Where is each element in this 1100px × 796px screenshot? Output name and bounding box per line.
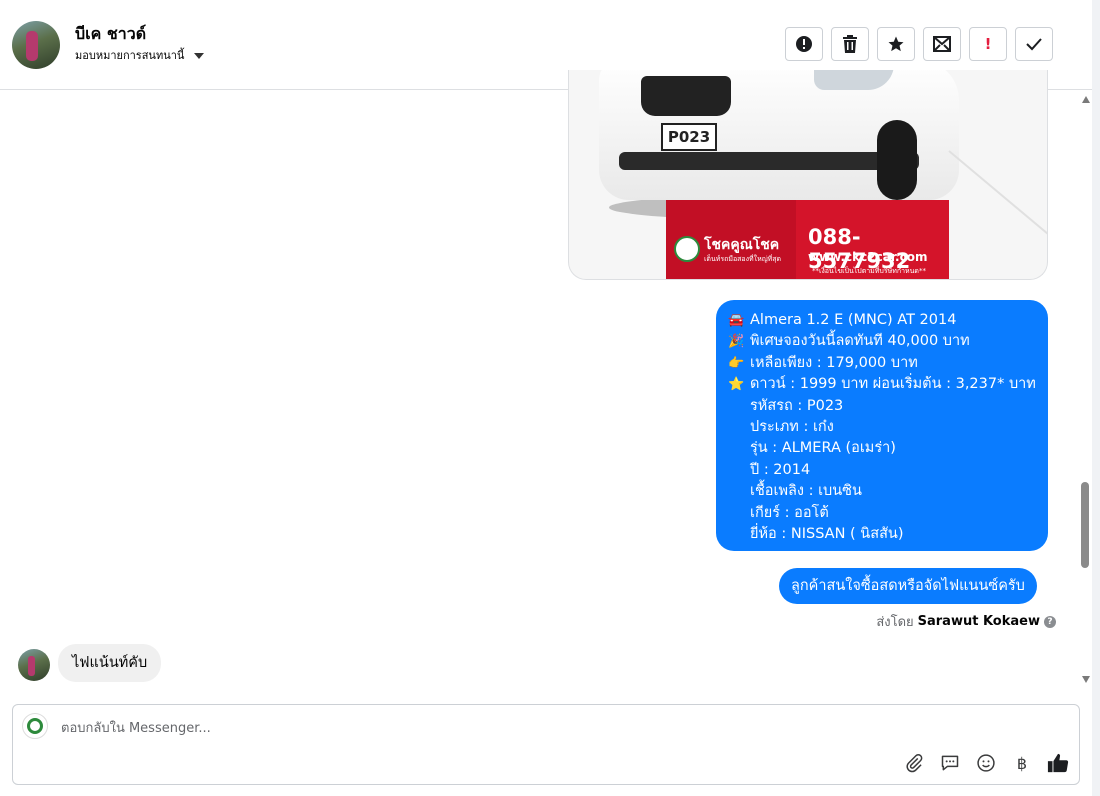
baht-icon: ฿ — [1016, 753, 1028, 773]
mark-spam-button[interactable] — [785, 27, 823, 61]
line-text: Almera 1.2 E (MNC) AT 2014 — [750, 312, 957, 328]
payment-button[interactable]: ฿ — [1011, 752, 1033, 774]
party-popper-icon: 🎉 — [728, 334, 745, 350]
message-line: 🎉 พิเศษจองวันนี้ลดทันที 40,000 บาท — [728, 331, 1036, 352]
message-line: ยี่ห้อ : NISSAN ( นิสสัน) — [750, 526, 904, 543]
car-bumper — [619, 152, 919, 170]
reply-input[interactable] — [61, 718, 921, 738]
scroll-thumb[interactable] — [1081, 482, 1089, 568]
line-text: ดาวน์ : 1999 บาท ผ่อนเริ่มต้น : 3,237* บ… — [750, 376, 1036, 393]
caret-down-icon — [194, 53, 205, 59]
saved-reply-icon — [941, 755, 959, 771]
contact-avatar[interactable] — [12, 21, 60, 69]
message-line: 👉 เหลือเพียง : 179,000 บาท — [728, 353, 1036, 374]
car-image-attachment[interactable]: P023 โชคคูณโชค เต็นท์รถมือสองที่ใหญ่ที่ส… — [568, 70, 1048, 280]
incoming-message[interactable]: ไฟแน้นท์คับ — [58, 644, 162, 682]
star-button[interactable] — [877, 27, 915, 61]
dealer-website: www.ckc2car.com — [808, 250, 928, 264]
dealer-tagline: เต็นท์รถมือสองที่ใหญ่ที่สุด — [704, 255, 782, 263]
message-line: รหัสรถ : P023 — [750, 397, 844, 414]
scroll-up-arrow-icon[interactable] — [1082, 96, 1090, 103]
message-line: ⭐ ดาวน์ : 1999 บาท ผ่อนเริ่มต้น : 3,237* … — [728, 374, 1036, 395]
outgoing-message-details[interactable]: 🚘 Almera 1.2 E (MNC) AT 2014 🎉 พิเศษจองวัน… — [716, 300, 1048, 551]
license-plate: P023 — [661, 123, 717, 151]
window-edge — [1092, 0, 1100, 796]
outgoing-message-question[interactable]: ลูกค้าสนใจซื้อสดหรือจัดไฟแนนซ์ครับ — [779, 568, 1037, 604]
message-line: เชื้อเพลิง : เบนซิน — [750, 483, 862, 500]
dealer-logo — [674, 236, 700, 262]
saved-replies-button[interactable] — [939, 752, 961, 774]
assign-conversation-dropdown[interactable]: มอบหมายการสนทนานี้ — [75, 46, 205, 64]
paperclip-icon — [906, 754, 923, 773]
car-photo: P023 — [599, 70, 959, 200]
car-headlight — [814, 70, 894, 90]
mark-done-button[interactable] — [1015, 27, 1053, 61]
message-line: เกียร์ : ออโต้ — [750, 504, 829, 521]
help-icon[interactable]: ? — [1044, 615, 1056, 628]
attach-file-button[interactable] — [903, 752, 925, 774]
conversation-toolbar: ! — [785, 27, 1053, 61]
star-icon — [888, 36, 904, 52]
alert-circle-icon — [796, 36, 812, 52]
delete-button[interactable] — [831, 27, 869, 61]
assign-label: มอบหมายการสนทนานี้ — [75, 49, 185, 62]
emoji-icon — [977, 754, 995, 772]
car-emoji-icon: 🚘 — [728, 313, 745, 328]
pointing-hand-icon: 👉 — [728, 355, 745, 371]
composer-actions: ฿ — [903, 752, 1069, 774]
message-line: ประเภท : เก๋ง — [750, 419, 834, 436]
sent-by-prefix: ส่งโดย — [876, 615, 914, 630]
mark-unread-button[interactable] — [923, 27, 961, 61]
message-line: ปี : 2014 — [750, 461, 811, 478]
emoji-button[interactable] — [975, 752, 997, 774]
message-line: 🚘 Almera 1.2 E (MNC) AT 2014 — [728, 310, 1036, 331]
star-emoji-icon: ⭐ — [728, 377, 745, 393]
dealer-brand: โชคคูณโชค — [704, 237, 780, 253]
like-button[interactable] — [1047, 752, 1069, 774]
car-grille — [641, 76, 731, 116]
dealer-banner: โชคคูณโชค เต็นท์รถมือสองที่ใหญ่ที่สุด 08… — [666, 200, 949, 279]
line-text: เหลือเพียง : 179,000 บาท — [750, 354, 918, 371]
page-avatar — [22, 713, 48, 739]
decor-line — [948, 150, 1047, 242]
envelope-icon — [933, 36, 951, 52]
dealer-note: **เงื่อนไขเป็นไปตามที่บริษัทกำหนด** — [812, 267, 926, 275]
follow-up-button[interactable]: ! — [969, 27, 1007, 61]
checkmark-icon — [1026, 38, 1042, 51]
thumbs-up-icon — [1047, 753, 1069, 773]
contact-avatar-small[interactable] — [18, 649, 50, 681]
scroll-down-arrow-icon[interactable] — [1082, 676, 1090, 683]
sender-name: Sarawut Kokaew — [917, 614, 1040, 629]
trash-icon — [843, 35, 857, 53]
sent-by-label: ส่งโดย Sarawut Kokaew ? — [876, 611, 1056, 632]
contact-name[interactable]: บีเค ชาวด์ — [75, 22, 146, 47]
line-text: พิเศษจองวันนี้ลดทันที 40,000 บาท — [750, 333, 970, 350]
message-line: รุ่น : ALMERA (อเมร่า) — [750, 440, 896, 457]
car-wheel — [877, 120, 917, 200]
exclamation-icon: ! — [984, 35, 992, 53]
reply-composer: ฿ — [12, 704, 1080, 785]
